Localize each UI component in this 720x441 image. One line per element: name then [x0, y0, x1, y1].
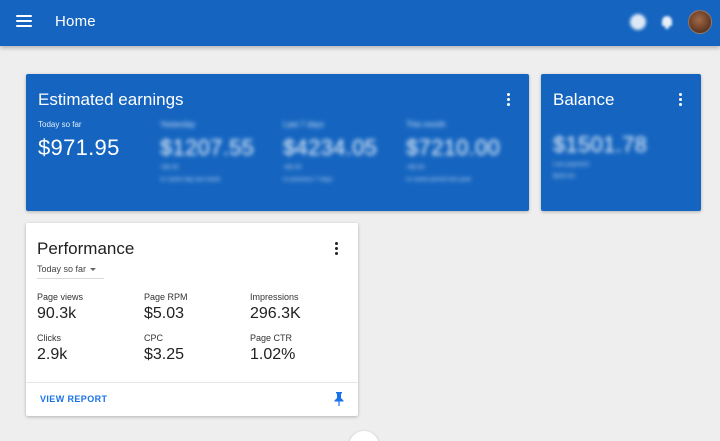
top-app-bar: Home [0, 0, 720, 46]
avatar[interactable] [688, 10, 712, 34]
stat-label: CPC [144, 333, 164, 343]
stat-label: Page CTR [250, 333, 293, 343]
menu-icon[interactable] [16, 15, 32, 29]
view-report-link[interactable]: VIEW REPORT [40, 394, 107, 404]
page-title: Home [55, 13, 96, 30]
metric-yesterday-compare: vs same day last week [160, 177, 221, 183]
stat-value: 90.3k [37, 305, 77, 322]
date-range-value: Today so far [37, 264, 87, 274]
floating-action-button[interactable] [349, 431, 379, 441]
performance-more-icon[interactable] [335, 242, 339, 256]
stat-value: $3.25 [144, 346, 185, 363]
metric-last7-compare: vs previous 7 days [283, 177, 333, 183]
appbar-actions [630, 10, 712, 34]
balance-metric: $1501.78 Last payment $000.00 [553, 124, 647, 182]
metric-month-compare: vs same period last year [406, 177, 472, 183]
stat-cpc: CPC $3.25 [144, 333, 184, 364]
stat-page-views: Page views 90.3k [37, 292, 83, 323]
help-icon[interactable] [630, 14, 646, 30]
metric-this-month: This month $7210.00 +$0.00 vs same perio… [406, 120, 500, 185]
bell-icon[interactable] [660, 15, 674, 29]
stat-page-rpm: Page RPM $5.03 [144, 292, 188, 323]
metric-yesterday-value: $1207.55 [160, 135, 255, 160]
pin-icon[interactable] [334, 392, 344, 406]
metric-last7-value: $4234.05 [283, 135, 378, 160]
balance-value: $1501.78 [553, 132, 648, 157]
metric-today-label: Today so far [38, 120, 82, 129]
stat-clicks: Clicks 2.9k [37, 333, 67, 364]
metric-month-change: +$0.00 [406, 165, 425, 171]
performance-card: Performance Today so far Page views 90.3… [26, 223, 358, 416]
balance-last-payment-value: $000.00 [553, 174, 575, 180]
stat-label: Clicks [37, 333, 61, 343]
metric-last7-change: +$0.00 [283, 165, 302, 171]
metric-month-label: This month [406, 120, 446, 129]
stat-impressions: Impressions 296.3K [250, 292, 301, 323]
stat-label: Page RPM [144, 292, 188, 302]
stat-value: $5.03 [144, 305, 185, 322]
earnings-more-icon[interactable] [507, 93, 511, 107]
stat-label: Impressions [250, 292, 299, 302]
stat-label: Page views [37, 292, 84, 302]
metric-last7-label: Last 7 days [283, 120, 324, 129]
balance-more-icon[interactable] [679, 93, 683, 107]
performance-footer: VIEW REPORT [26, 382, 358, 416]
metric-yesterday-label: Yesterday [160, 120, 196, 129]
balance-last-payment-label: Last payment [553, 162, 590, 168]
balance-card: Balance $1501.78 Last payment $000.00 [541, 74, 701, 211]
metric-yesterday: Yesterday $1207.55 +$0.00 vs same day la… [160, 120, 254, 185]
earnings-title: Estimated earnings [38, 90, 184, 109]
metric-month-value: $7210.00 [406, 135, 501, 160]
estimated-earnings-card: Estimated earnings Today so far $971.95 … [26, 74, 529, 211]
metric-today-value: $971.95 [38, 135, 120, 160]
stat-page-ctr: Page CTR 1.02% [250, 333, 295, 364]
stat-value: 2.9k [37, 346, 68, 363]
date-range-dropdown[interactable]: Today so far [37, 264, 104, 279]
metric-today: Today so far $971.95 [38, 120, 120, 161]
chevron-down-icon [90, 267, 97, 271]
metric-last-7-days: Last 7 days $4234.05 +$0.00 vs previous … [283, 120, 377, 185]
performance-title: Performance [37, 239, 135, 258]
stat-value: 296.3K [250, 305, 301, 322]
metric-yesterday-change: +$0.00 [160, 165, 179, 171]
balance-title: Balance [553, 90, 615, 109]
stat-value: 1.02% [250, 346, 296, 363]
